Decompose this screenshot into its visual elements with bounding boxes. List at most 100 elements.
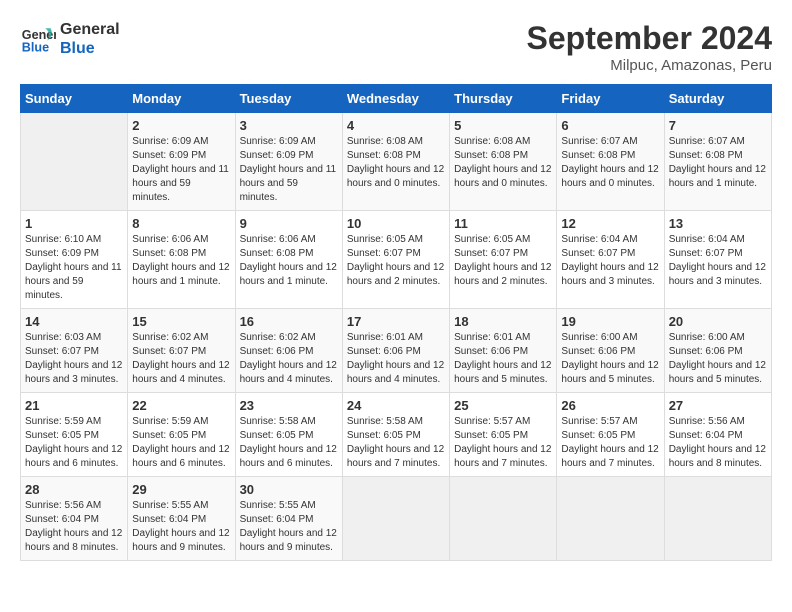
sunrise-label: Sunrise: 6:07 AM <box>669 136 745 147</box>
calendar-row: 21 Sunrise: 5:59 AM Sunset: 6:05 PM Dayl… <box>21 393 772 477</box>
day-number: 14 <box>25 314 123 329</box>
day-number: 13 <box>669 216 767 231</box>
sunrise-label: Sunrise: 5:57 AM <box>454 416 530 427</box>
logo-blue: Blue <box>60 39 120 58</box>
day-number: 16 <box>240 314 338 329</box>
calendar-cell <box>342 477 449 561</box>
daylight-label: Daylight hours and 12 hours and 1 minute… <box>669 164 766 189</box>
day-info: Sunrise: 5:56 AM Sunset: 6:04 PM Dayligh… <box>25 499 123 555</box>
sunrise-label: Sunrise: 6:01 AM <box>454 332 530 343</box>
header-sunday: Sunday <box>21 85 128 113</box>
sunrise-label: Sunrise: 5:58 AM <box>347 416 423 427</box>
sunset-label: Sunset: 6:07 PM <box>132 346 206 357</box>
daylight-label: Daylight hours and 12 hours and 3 minute… <box>25 360 122 385</box>
day-info: Sunrise: 6:00 AM Sunset: 6:06 PM Dayligh… <box>669 331 767 387</box>
day-info: Sunrise: 6:08 AM Sunset: 6:08 PM Dayligh… <box>454 135 552 191</box>
daylight-label: Daylight hours and 12 hours and 1 minute… <box>240 262 337 287</box>
day-number: 29 <box>132 482 230 497</box>
calendar-cell <box>450 477 557 561</box>
daylight-label: Daylight hours and 12 hours and 7 minute… <box>347 444 444 469</box>
sunrise-label: Sunrise: 5:59 AM <box>25 416 101 427</box>
header-wednesday: Wednesday <box>342 85 449 113</box>
sunset-label: Sunset: 6:08 PM <box>240 248 314 259</box>
day-info: Sunrise: 6:09 AM Sunset: 6:09 PM Dayligh… <box>240 135 338 205</box>
sunrise-label: Sunrise: 5:58 AM <box>240 416 316 427</box>
daylight-label: Daylight hours and 12 hours and 4 minute… <box>240 360 337 385</box>
calendar-cell: 10 Sunrise: 6:05 AM Sunset: 6:07 PM Dayl… <box>342 211 449 309</box>
daylight-label: Daylight hours and 12 hours and 8 minute… <box>669 444 766 469</box>
title-block: September 2024 Milpuc, Amazonas, Peru <box>527 20 772 74</box>
day-number: 20 <box>669 314 767 329</box>
sunrise-label: Sunrise: 6:06 AM <box>240 234 316 245</box>
daylight-label: Daylight hours and 12 hours and 4 minute… <box>347 360 444 385</box>
sunset-label: Sunset: 6:06 PM <box>669 346 743 357</box>
calendar-cell: 17 Sunrise: 6:01 AM Sunset: 6:06 PM Dayl… <box>342 309 449 393</box>
calendar-cell: 12 Sunrise: 6:04 AM Sunset: 6:07 PM Dayl… <box>557 211 664 309</box>
sunrise-label: Sunrise: 6:02 AM <box>132 332 208 343</box>
sunrise-label: Sunrise: 6:01 AM <box>347 332 423 343</box>
sunrise-label: Sunrise: 6:06 AM <box>132 234 208 245</box>
sunrise-label: Sunrise: 6:05 AM <box>347 234 423 245</box>
day-info: Sunrise: 6:07 AM Sunset: 6:08 PM Dayligh… <box>561 135 659 191</box>
sunset-label: Sunset: 6:07 PM <box>25 346 99 357</box>
calendar-cell: 20 Sunrise: 6:00 AM Sunset: 6:06 PM Dayl… <box>664 309 771 393</box>
daylight-label: Daylight hours and 12 hours and 3 minute… <box>561 262 658 287</box>
daylight-label: Daylight hours and 11 hours and 59 minut… <box>132 164 229 203</box>
daylight-label: Daylight hours and 12 hours and 9 minute… <box>240 528 337 553</box>
sunset-label: Sunset: 6:08 PM <box>132 248 206 259</box>
day-number: 3 <box>240 118 338 133</box>
day-number: 7 <box>669 118 767 133</box>
day-info: Sunrise: 5:58 AM Sunset: 6:05 PM Dayligh… <box>240 415 338 471</box>
day-number: 27 <box>669 398 767 413</box>
day-number: 19 <box>561 314 659 329</box>
calendar-row: 28 Sunrise: 5:56 AM Sunset: 6:04 PM Dayl… <box>21 477 772 561</box>
calendar-cell: 4 Sunrise: 6:08 AM Sunset: 6:08 PM Dayli… <box>342 113 449 211</box>
daylight-label: Daylight hours and 12 hours and 0 minute… <box>347 164 444 189</box>
sunset-label: Sunset: 6:07 PM <box>454 248 528 259</box>
daylight-label: Daylight hours and 12 hours and 5 minute… <box>669 360 766 385</box>
day-number: 25 <box>454 398 552 413</box>
day-info: Sunrise: 5:56 AM Sunset: 6:04 PM Dayligh… <box>669 415 767 471</box>
day-number: 8 <box>132 216 230 231</box>
sunrise-label: Sunrise: 6:04 AM <box>561 234 637 245</box>
sunrise-label: Sunrise: 5:56 AM <box>25 500 101 511</box>
day-info: Sunrise: 6:07 AM Sunset: 6:08 PM Dayligh… <box>669 135 767 191</box>
sunset-label: Sunset: 6:07 PM <box>561 248 635 259</box>
day-info: Sunrise: 5:59 AM Sunset: 6:05 PM Dayligh… <box>132 415 230 471</box>
day-number: 11 <box>454 216 552 231</box>
sunrise-label: Sunrise: 5:56 AM <box>669 416 745 427</box>
daylight-label: Daylight hours and 12 hours and 3 minute… <box>669 262 766 287</box>
sunset-label: Sunset: 6:07 PM <box>669 248 743 259</box>
calendar-cell <box>21 113 128 211</box>
calendar-cell: 25 Sunrise: 5:57 AM Sunset: 6:05 PM Dayl… <box>450 393 557 477</box>
day-number: 12 <box>561 216 659 231</box>
sunrise-label: Sunrise: 6:00 AM <box>669 332 745 343</box>
sunrise-label: Sunrise: 6:08 AM <box>347 136 423 147</box>
day-info: Sunrise: 6:01 AM Sunset: 6:06 PM Dayligh… <box>454 331 552 387</box>
calendar-cell: 3 Sunrise: 6:09 AM Sunset: 6:09 PM Dayli… <box>235 113 342 211</box>
sunrise-label: Sunrise: 6:03 AM <box>25 332 101 343</box>
day-info: Sunrise: 6:04 AM Sunset: 6:07 PM Dayligh… <box>561 233 659 289</box>
page-header: General Blue General Blue September 2024… <box>20 20 772 74</box>
calendar-cell: 15 Sunrise: 6:02 AM Sunset: 6:07 PM Dayl… <box>128 309 235 393</box>
daylight-label: Daylight hours and 11 hours and 59 minut… <box>240 164 337 203</box>
sunset-label: Sunset: 6:05 PM <box>454 430 528 441</box>
daylight-label: Daylight hours and 12 hours and 0 minute… <box>561 164 658 189</box>
day-number: 26 <box>561 398 659 413</box>
sunset-label: Sunset: 6:08 PM <box>561 150 635 161</box>
sunset-label: Sunset: 6:06 PM <box>454 346 528 357</box>
calendar-cell: 13 Sunrise: 6:04 AM Sunset: 6:07 PM Dayl… <box>664 211 771 309</box>
sunset-label: Sunset: 6:09 PM <box>240 150 314 161</box>
calendar-cell: 28 Sunrise: 5:56 AM Sunset: 6:04 PM Dayl… <box>21 477 128 561</box>
calendar-cell: 2 Sunrise: 6:09 AM Sunset: 6:09 PM Dayli… <box>128 113 235 211</box>
day-info: Sunrise: 5:55 AM Sunset: 6:04 PM Dayligh… <box>132 499 230 555</box>
day-info: Sunrise: 6:06 AM Sunset: 6:08 PM Dayligh… <box>132 233 230 289</box>
header-friday: Friday <box>557 85 664 113</box>
sunrise-label: Sunrise: 6:09 AM <box>240 136 316 147</box>
sunrise-label: Sunrise: 6:07 AM <box>561 136 637 147</box>
day-info: Sunrise: 6:06 AM Sunset: 6:08 PM Dayligh… <box>240 233 338 289</box>
logo: General Blue General Blue <box>20 20 120 58</box>
calendar-cell: 6 Sunrise: 6:07 AM Sunset: 6:08 PM Dayli… <box>557 113 664 211</box>
sunrise-label: Sunrise: 6:05 AM <box>454 234 530 245</box>
sunset-label: Sunset: 6:09 PM <box>25 248 99 259</box>
